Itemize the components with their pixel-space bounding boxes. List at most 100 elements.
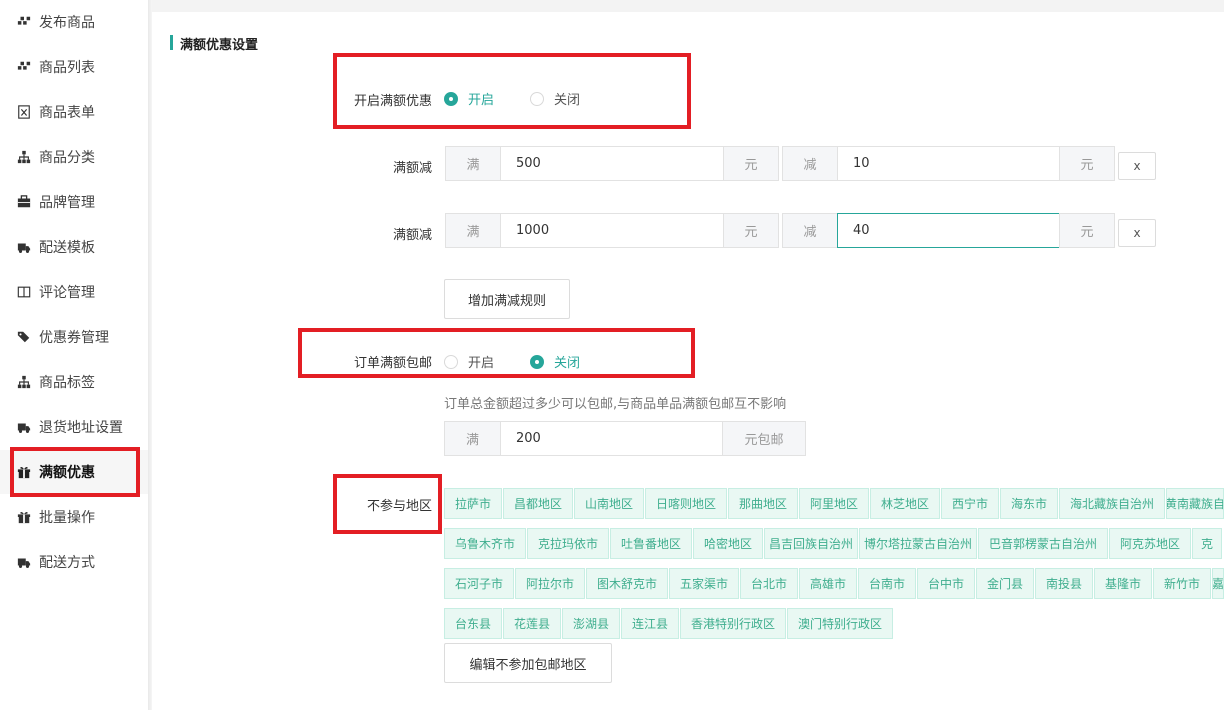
free-shipping-on-radio[interactable]: 开启 <box>444 352 494 371</box>
sidebar-item-delivery-template[interactable]: 配送模板 <box>0 225 148 269</box>
region-tag[interactable]: 南投县 <box>1035 568 1093 599</box>
region-tag[interactable]: 乌鲁木齐市 <box>444 528 526 559</box>
truck-icon <box>16 419 32 435</box>
sidebar-item-publish-product[interactable]: 发布商品 <box>0 0 148 44</box>
sidebar-item-label: 配送模板 <box>39 240 95 256</box>
sidebar-item-batch-ops[interactable]: 批量操作 <box>0 495 148 539</box>
region-tag[interactable]: 花莲县 <box>503 608 561 639</box>
region-tag[interactable]: 高雄市 <box>799 568 857 599</box>
truck-icon <box>16 554 32 570</box>
sidebar-item-label: 退货地址设置 <box>39 420 123 436</box>
region-tag[interactable]: 林芝地区 <box>870 488 940 519</box>
region-tag[interactable]: 克拉玛依市 <box>527 528 609 559</box>
sidebar-item-label: 配送方式 <box>39 555 95 571</box>
region-tag[interactable]: 昌吉回族自治州 <box>764 528 858 559</box>
sidebar-item-product-category[interactable]: 商品分类 <box>0 135 148 179</box>
region-tag[interactable]: 海北藏族自治州 <box>1059 488 1165 519</box>
free-shipping-suffix: 元包邮 <box>722 421 806 456</box>
free-shipping-off-radio[interactable]: 关闭 <box>530 352 580 371</box>
cubes-icon <box>16 14 32 30</box>
region-tag[interactable]: 哈密地区 <box>693 528 763 559</box>
region-tag[interactable]: 澳门特别行政区 <box>787 608 893 639</box>
cubes-icon <box>16 59 32 75</box>
region-tag[interactable]: 基隆市 <box>1094 568 1152 599</box>
region-tag[interactable]: 台北市 <box>740 568 798 599</box>
region-tag[interactable]: 阿里地区 <box>799 488 869 519</box>
full-discount-label: 开启满额优惠 <box>353 94 432 109</box>
sidebar-item-product-list[interactable]: 商品列表 <box>0 45 148 89</box>
sidebar-item-label: 商品列表 <box>39 60 95 76</box>
region-tag[interactable]: 金门县 <box>976 568 1034 599</box>
region-tag[interactable]: 吐鲁番地区 <box>610 528 692 559</box>
region-tag[interactable]: 昌都地区 <box>503 488 573 519</box>
sidebar-item-label: 评论管理 <box>39 285 95 301</box>
rule-discount-input[interactable]: 10 <box>837 146 1060 181</box>
remove-rule-button[interactable]: x <box>1118 219 1156 247</box>
sidebar-item-reviews[interactable]: 评论管理 <box>0 270 148 314</box>
rule-prefix: 满 <box>445 213 501 248</box>
radio-dot <box>530 354 544 369</box>
region-tag[interactable]: 嘉 <box>1212 568 1224 599</box>
free-shipping-label: 订单满额包邮 <box>353 356 432 371</box>
gift-icon <box>16 464 32 480</box>
sidebar-divider <box>148 0 152 710</box>
section-title: 满额优惠设置 <box>170 34 258 53</box>
region-tag[interactable]: 阿克苏地区 <box>1109 528 1191 559</box>
region-tag[interactable]: 台中市 <box>917 568 975 599</box>
region-tag[interactable]: 连江县 <box>621 608 679 639</box>
rule-label: 满额减 <box>392 228 432 243</box>
rule-minus: 减 <box>782 146 838 181</box>
sidebar-item-brand[interactable]: 品牌管理 <box>0 180 148 224</box>
edit-excluded-regions-button[interactable]: 编辑不参加包邮地区 <box>444 643 612 683</box>
radio-label: 关闭 <box>554 93 581 108</box>
sidebar-item-delivery-method[interactable]: 配送方式 <box>0 540 148 584</box>
rule-discount-input[interactable]: 40 <box>837 213 1060 248</box>
radio-label: 关闭 <box>554 356 581 371</box>
region-tag[interactable]: 五家渠市 <box>669 568 739 599</box>
region-tag[interactable]: 海东市 <box>1000 488 1058 519</box>
free-shipping-hint: 订单总金额超过多少可以包邮,与商品单品满额包邮互不影响 <box>444 397 787 412</box>
region-tag[interactable]: 新竹市 <box>1153 568 1211 599</box>
excel-file-icon <box>16 104 32 120</box>
region-tag[interactable]: 山南地区 <box>574 488 644 519</box>
region-tag[interactable]: 西宁市 <box>941 488 999 519</box>
sidebar-item-label: 发布商品 <box>39 15 95 31</box>
sidebar-item-product-form[interactable]: 商品表单 <box>0 90 148 134</box>
region-tag[interactable]: 巴音郭楞蒙古自治州 <box>978 528 1108 559</box>
radio-label: 开启 <box>468 93 495 108</box>
truck-icon <box>16 239 32 255</box>
sidebar-item-label: 批量操作 <box>39 510 95 526</box>
sidebar-item-product-tags[interactable]: 商品标签 <box>0 360 148 404</box>
free-shipping-amount-input[interactable]: 200 <box>500 421 723 456</box>
radio-dot <box>530 91 544 106</box>
region-tag[interactable]: 台东县 <box>444 608 502 639</box>
top-bar <box>152 0 1224 12</box>
rule-label: 满额减 <box>392 161 432 176</box>
radio-dot <box>444 354 458 369</box>
sidebar-item-coupons[interactable]: 优惠券管理 <box>0 315 148 359</box>
full-discount-on-radio[interactable]: 开启 <box>444 89 494 108</box>
region-tag[interactable]: 黄南藏族自 <box>1166 488 1224 519</box>
region-tag[interactable]: 图木舒克市 <box>586 568 668 599</box>
region-tag[interactable]: 克 <box>1192 528 1222 559</box>
region-tag[interactable]: 澎湖县 <box>562 608 620 639</box>
rule-amount-input[interactable]: 1000 <box>500 213 724 248</box>
free-shipping-prefix: 满 <box>444 421 501 456</box>
region-tag[interactable]: 阿拉尔市 <box>515 568 585 599</box>
full-discount-off-radio[interactable]: 关闭 <box>530 89 580 108</box>
sidebar-item-full-discount[interactable]: 满额优惠 <box>0 450 148 494</box>
region-tag[interactable]: 台南市 <box>858 568 916 599</box>
remove-rule-button[interactable]: x <box>1118 152 1156 180</box>
region-tag[interactable]: 那曲地区 <box>728 488 798 519</box>
sidebar-item-label: 商品标签 <box>39 375 95 391</box>
region-tag[interactable]: 拉萨市 <box>444 488 502 519</box>
region-tag[interactable]: 石河子市 <box>444 568 514 599</box>
rule-amount-input[interactable]: 500 <box>500 146 724 181</box>
region-tag[interactable]: 博尔塔拉蒙古自治州 <box>859 528 977 559</box>
region-tag[interactable]: 香港特别行政区 <box>680 608 786 639</box>
add-rule-button[interactable]: 增加满减规则 <box>444 279 570 319</box>
radio-dot <box>444 91 458 106</box>
sidebar-item-return-address[interactable]: 退货地址设置 <box>0 405 148 449</box>
sidebar-item-label: 商品表单 <box>39 105 95 121</box>
region-tag[interactable]: 日喀则地区 <box>645 488 727 519</box>
